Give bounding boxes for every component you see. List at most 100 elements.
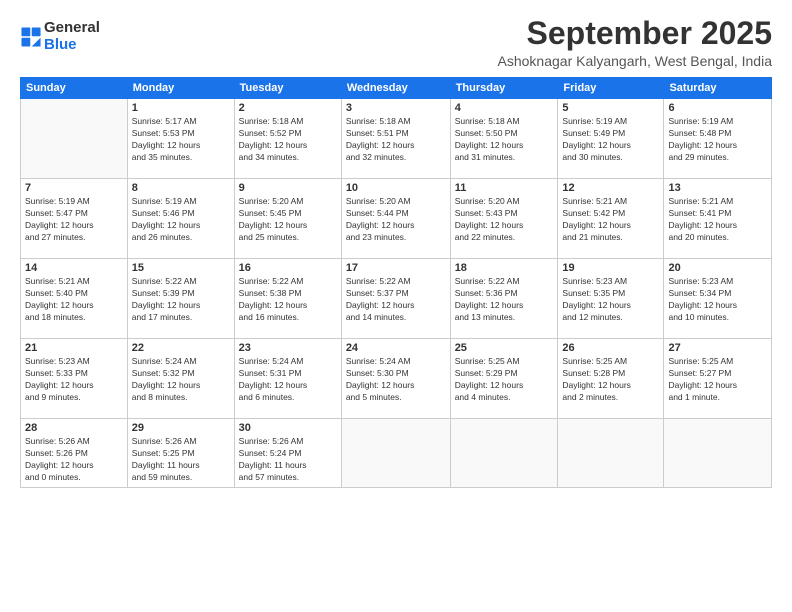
- day-info: Sunrise: 5:25 AM Sunset: 5:27 PM Dayligh…: [668, 356, 767, 404]
- day-info: Sunrise: 5:20 AM Sunset: 5:44 PM Dayligh…: [346, 196, 446, 244]
- day-number: 2: [239, 102, 337, 114]
- table-row: [558, 419, 664, 488]
- day-number: 3: [346, 102, 446, 114]
- day-info: Sunrise: 5:19 AM Sunset: 5:47 PM Dayligh…: [25, 196, 123, 244]
- day-number: 6: [668, 102, 767, 114]
- day-number: 18: [455, 262, 554, 274]
- page: General Blue September 2025 Ashoknagar K…: [0, 0, 792, 612]
- table-row: 5 Sunrise: 5:19 AM Sunset: 5:49 PM Daylig…: [558, 99, 664, 179]
- day-info: Sunrise: 5:19 AM Sunset: 5:46 PM Dayligh…: [132, 196, 230, 244]
- table-row: 30 Sunrise: 5:26 AM Sunset: 5:24 PM Dayli…: [234, 419, 341, 488]
- logo-blue: Blue: [44, 36, 77, 53]
- day-number: 10: [346, 182, 446, 194]
- day-number: 20: [668, 262, 767, 274]
- header: General Blue September 2025 Ashoknagar K…: [20, 16, 772, 69]
- col-sunday: Sunday: [21, 78, 128, 99]
- table-row: 2 Sunrise: 5:18 AM Sunset: 5:52 PM Daylig…: [234, 99, 341, 179]
- day-number: 16: [239, 262, 337, 274]
- day-info: Sunrise: 5:20 AM Sunset: 5:45 PM Dayligh…: [239, 196, 337, 244]
- table-row: 8 Sunrise: 5:19 AM Sunset: 5:46 PM Daylig…: [127, 179, 234, 259]
- table-row: 25Sunrise: 5:25 AM Sunset: 5:29 PM Dayli…: [450, 339, 558, 419]
- table-row: 29 Sunrise: 5:26 AM Sunset: 5:25 PM Dayli…: [127, 419, 234, 488]
- day-number: 19: [562, 262, 659, 274]
- day-number: 23: [239, 342, 337, 354]
- day-number: 9: [239, 182, 337, 194]
- day-number: 15: [132, 262, 230, 274]
- table-row: 9 Sunrise: 5:20 AM Sunset: 5:45 PM Daylig…: [234, 179, 341, 259]
- calendar-table: Sunday Monday Tuesday Wednesday Thursday…: [20, 77, 772, 488]
- day-number: 1: [132, 102, 230, 114]
- table-row: 18 Sunrise: 5:22 AM Sunset: 5:36 PM Dayli…: [450, 259, 558, 339]
- day-number: 14: [25, 262, 123, 274]
- day-number: 5: [562, 102, 659, 114]
- logo-general: General: [44, 19, 100, 36]
- day-number: 8: [132, 182, 230, 194]
- day-info: Sunrise: 5:18 AM Sunset: 5:51 PM Dayligh…: [346, 116, 446, 164]
- table-row: 10 Sunrise: 5:20 AM Sunset: 5:44 PM Dayli…: [341, 179, 450, 259]
- table-row: 23 Sunrise: 5:24 AM Sunset: 5:31 PM Dayli…: [234, 339, 341, 419]
- day-info: Sunrise: 5:21 AM Sunset: 5:41 PM Dayligh…: [668, 196, 767, 244]
- day-number: 29: [132, 422, 230, 434]
- table-row: 24 Sunrise: 5:24 AM Sunset: 5:30 PM Dayli…: [341, 339, 450, 419]
- table-row: [341, 419, 450, 488]
- table-row: 4 Sunrise: 5:18 AM Sunset: 5:50 PM Daylig…: [450, 99, 558, 179]
- day-info: Sunrise: 5:22 AM Sunset: 5:39 PM Dayligh…: [132, 276, 230, 324]
- day-info: Sunrise: 5:21 AM Sunset: 5:40 PM Dayligh…: [25, 276, 123, 324]
- table-row: 20 Sunrise: 5:23 AM Sunset: 5:34 PM Dayli…: [664, 259, 772, 339]
- table-row: 28 Sunrise: 5:26 AM Sunset: 5:26 PM Dayli…: [21, 419, 128, 488]
- table-row: [664, 419, 772, 488]
- day-number: 12: [562, 182, 659, 194]
- day-info: Sunrise: 5:19 AM Sunset: 5:48 PM Dayligh…: [668, 116, 767, 164]
- title-block: September 2025 Ashoknagar Kalyangarh, We…: [498, 16, 772, 69]
- table-row: 11Sunrise: 5:20 AM Sunset: 5:43 PM Dayli…: [450, 179, 558, 259]
- day-number: 30: [239, 422, 337, 434]
- table-row: 22 Sunrise: 5:24 AM Sunset: 5:32 PM Dayli…: [127, 339, 234, 419]
- day-number: 11: [455, 182, 554, 194]
- table-row: [450, 419, 558, 488]
- calendar-header-row: Sunday Monday Tuesday Wednesday Thursday…: [21, 78, 772, 99]
- table-row: 1Sunrise: 5:17 AM Sunset: 5:53 PM Daylig…: [127, 99, 234, 179]
- table-row: 17Sunrise: 5:22 AM Sunset: 5:37 PM Dayli…: [341, 259, 450, 339]
- table-row: 26 Sunrise: 5:25 AM Sunset: 5:28 PM Dayli…: [558, 339, 664, 419]
- day-info: Sunrise: 5:24 AM Sunset: 5:30 PM Dayligh…: [346, 356, 446, 404]
- day-info: Sunrise: 5:18 AM Sunset: 5:50 PM Dayligh…: [455, 116, 554, 164]
- day-info: Sunrise: 5:25 AM Sunset: 5:28 PM Dayligh…: [562, 356, 659, 404]
- day-number: 22: [132, 342, 230, 354]
- day-number: 24: [346, 342, 446, 354]
- day-info: Sunrise: 5:24 AM Sunset: 5:31 PM Dayligh…: [239, 356, 337, 404]
- table-row: 7 Sunrise: 5:19 AM Sunset: 5:47 PM Daylig…: [21, 179, 128, 259]
- day-number: 26: [562, 342, 659, 354]
- day-number: 28: [25, 422, 123, 434]
- day-info: Sunrise: 5:22 AM Sunset: 5:36 PM Dayligh…: [455, 276, 554, 324]
- day-info: Sunrise: 5:21 AM Sunset: 5:42 PM Dayligh…: [562, 196, 659, 244]
- table-row: 12 Sunrise: 5:21 AM Sunset: 5:42 PM Dayli…: [558, 179, 664, 259]
- col-friday: Friday: [558, 78, 664, 99]
- day-info: Sunrise: 5:18 AM Sunset: 5:52 PM Dayligh…: [239, 116, 337, 164]
- day-number: 25: [455, 342, 554, 354]
- table-row: 27 Sunrise: 5:25 AM Sunset: 5:27 PM Dayli…: [664, 339, 772, 419]
- col-monday: Monday: [127, 78, 234, 99]
- day-info: Sunrise: 5:24 AM Sunset: 5:32 PM Dayligh…: [132, 356, 230, 404]
- day-number: 21: [25, 342, 123, 354]
- logo-icon: [20, 26, 42, 48]
- table-row: 3 Sunrise: 5:18 AM Sunset: 5:51 PM Daylig…: [341, 99, 450, 179]
- month-title: September 2025: [498, 16, 772, 51]
- day-info: Sunrise: 5:26 AM Sunset: 5:25 PM Dayligh…: [132, 436, 230, 484]
- table-row: 15 Sunrise: 5:22 AM Sunset: 5:39 PM Dayli…: [127, 259, 234, 339]
- day-number: 13: [668, 182, 767, 194]
- day-number: 27: [668, 342, 767, 354]
- col-tuesday: Tuesday: [234, 78, 341, 99]
- day-number: 4: [455, 102, 554, 114]
- day-info: Sunrise: 5:23 AM Sunset: 5:34 PM Dayligh…: [668, 276, 767, 324]
- table-row: 13 Sunrise: 5:21 AM Sunset: 5:41 PM Dayli…: [664, 179, 772, 259]
- day-info: Sunrise: 5:26 AM Sunset: 5:26 PM Dayligh…: [25, 436, 123, 484]
- day-info: Sunrise: 5:26 AM Sunset: 5:24 PM Dayligh…: [239, 436, 337, 484]
- day-info: Sunrise: 5:19 AM Sunset: 5:49 PM Dayligh…: [562, 116, 659, 164]
- table-row: 19 Sunrise: 5:23 AM Sunset: 5:35 PM Dayli…: [558, 259, 664, 339]
- day-info: Sunrise: 5:23 AM Sunset: 5:33 PM Dayligh…: [25, 356, 123, 404]
- location: Ashoknagar Kalyangarh, West Bengal, Indi…: [498, 53, 772, 69]
- day-info: Sunrise: 5:23 AM Sunset: 5:35 PM Dayligh…: [562, 276, 659, 324]
- day-number: 17: [346, 262, 446, 274]
- col-wednesday: Wednesday: [341, 78, 450, 99]
- day-number: 7: [25, 182, 123, 194]
